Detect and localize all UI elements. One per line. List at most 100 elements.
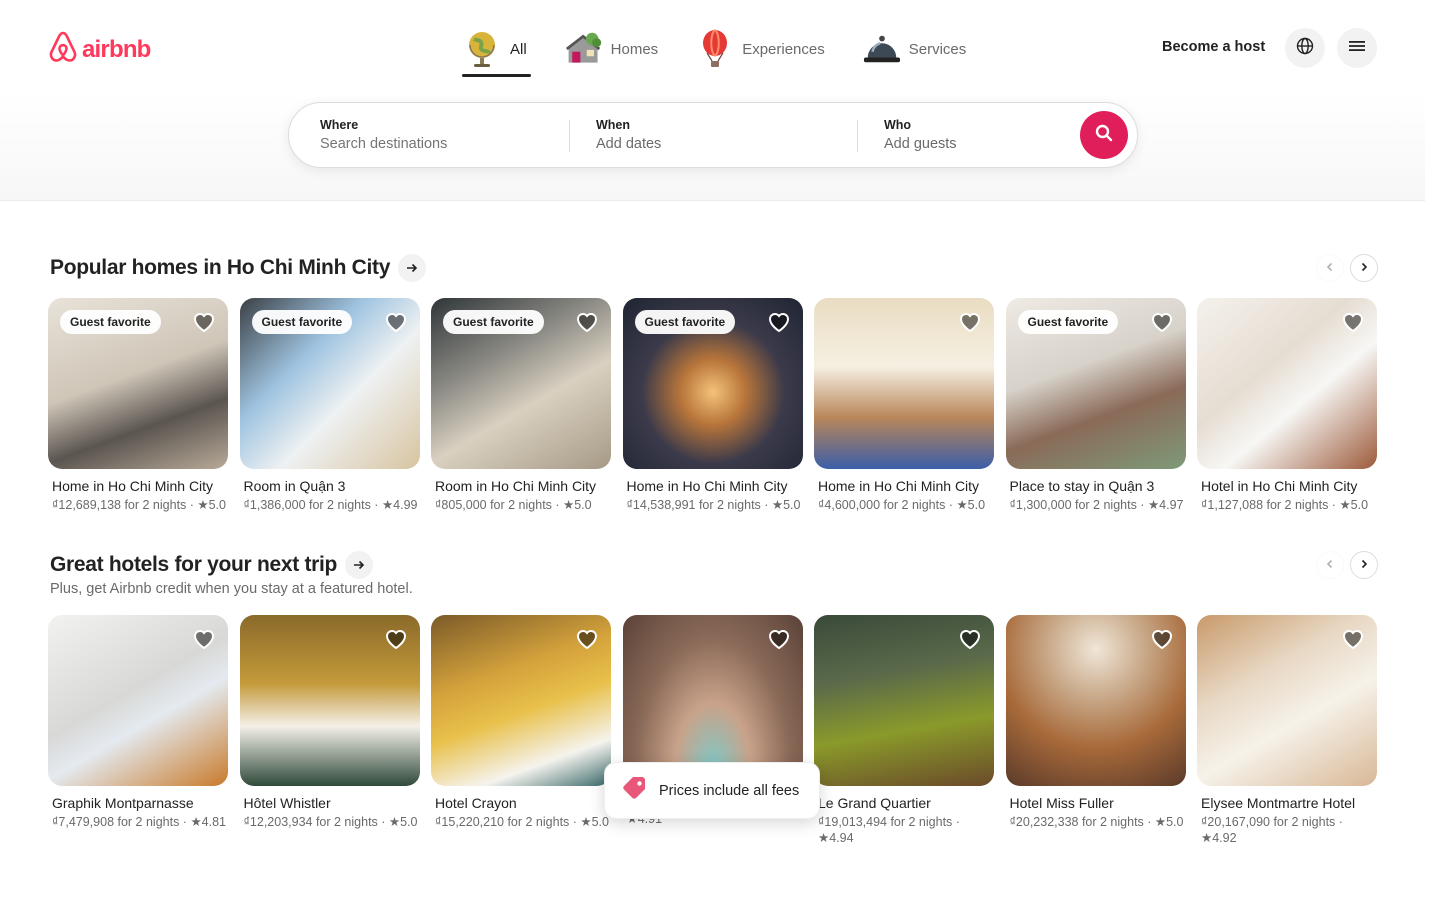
listing-price-rating: ₫805,000 for 2 nights · ★5.0 xyxy=(435,498,592,512)
hotel-card[interactable]: Hotel Crayon ₫15,220,210 for 2 nights · … xyxy=(431,615,611,846)
listing-photo[interactable]: Guest favorite xyxy=(622,298,803,469)
hotel-photo[interactable] xyxy=(239,615,420,786)
heart-icon[interactable] xyxy=(574,626,600,652)
arrow-right-icon[interactable] xyxy=(345,551,374,579)
where-input[interactable] xyxy=(320,136,520,152)
guest-favorite-badge: Guest favorite xyxy=(443,310,544,334)
hotel-photo[interactable] xyxy=(48,615,228,786)
section-title-text: Popular homes in Ho Chi Minh City xyxy=(50,256,391,279)
listing-card[interactable]: Guest favorite Place to stay in Quận 3 ₫… xyxy=(1005,298,1186,513)
listing-card[interactable]: Guest favorite Room in Quận 3 ₫1,386,000… xyxy=(239,298,420,513)
who-field[interactable]: Who Add guests xyxy=(884,118,1084,152)
listing-photo[interactable]: Guest favorite xyxy=(48,298,228,469)
airbnb-logo[interactable]: airbnb xyxy=(48,31,151,68)
hotel-card[interactable]: Hotel Miss Fuller ₫20,232,338 for 2 nigh… xyxy=(1005,615,1186,846)
hamburger-menu-icon xyxy=(1349,39,1365,58)
listing-photo[interactable]: Guest favorite xyxy=(1005,298,1186,469)
when-value: Add dates xyxy=(596,136,662,152)
hotel-card[interactable]: Hôtel Whistler ₫12,203,934 for 2 nights … xyxy=(239,615,420,846)
when-field[interactable]: When Add dates xyxy=(596,118,796,152)
fees-banner-text: Prices include all fees xyxy=(659,782,800,799)
carousel-prev-button[interactable] xyxy=(1316,254,1344,282)
listing-card[interactable]: Guest favorite Home in Ho Chi Minh City … xyxy=(48,298,228,513)
carousel-prev-button[interactable] xyxy=(1316,551,1344,579)
heart-icon[interactable] xyxy=(1340,309,1366,335)
tab-all[interactable]: All xyxy=(460,26,531,77)
hotel-title: Hotel Crayon xyxy=(435,795,517,811)
where-field[interactable]: Where xyxy=(320,118,520,152)
become-host-link[interactable]: Become a host xyxy=(1162,39,1265,55)
tab-all-label: All xyxy=(510,40,527,58)
heart-icon[interactable] xyxy=(191,626,217,652)
hotel-photo[interactable] xyxy=(1197,615,1377,786)
listing-photo[interactable] xyxy=(1197,298,1377,469)
hotel-photo[interactable] xyxy=(1005,615,1186,786)
heart-icon[interactable] xyxy=(957,309,983,335)
hotel-card[interactable]: Graphik Montparnasse ₫7,479,908 for 2 ni… xyxy=(48,615,228,846)
listing-price-rating: ₫1,386,000 for 2 nights · ★4.99 xyxy=(243,498,418,512)
hotel-title: Hotel Miss Fuller xyxy=(1009,795,1114,811)
language-button[interactable] xyxy=(1285,28,1325,68)
section-title-great-hotels[interactable]: Great hotels for your next trip xyxy=(50,551,374,579)
tab-services[interactable]: Services xyxy=(859,26,971,72)
section-title-popular-homes[interactable]: Popular homes in Ho Chi Minh City xyxy=(50,254,427,282)
tab-homes[interactable]: Homes xyxy=(561,26,663,72)
hotel-price-rating: ₫20,232,338 for 2 nights · ★5.0 xyxy=(1009,815,1184,829)
listing-photo[interactable]: Guest favorite xyxy=(431,298,611,469)
hotel-price-rating: ₫15,220,210 for 2 nights · ★5.0 xyxy=(435,815,609,829)
listing-title: Hotel in Ho Chi Minh City xyxy=(1201,478,1358,494)
heart-icon[interactable] xyxy=(574,309,600,335)
hot-air-balloon-icon xyxy=(696,29,734,68)
search-button[interactable] xyxy=(1080,111,1128,159)
tab-services-label: Services xyxy=(908,40,967,58)
listing-title: Room in Ho Chi Minh City xyxy=(435,478,597,494)
hotel-title: Le Grand Quartier xyxy=(818,795,931,811)
who-label: Who xyxy=(884,118,912,132)
arrow-right-icon[interactable] xyxy=(398,254,427,282)
listing-price-rating: ₫4,600,000 for 2 nights · ★5.0 xyxy=(818,498,986,512)
chevron-right-icon xyxy=(1359,259,1369,277)
heart-icon[interactable] xyxy=(957,626,983,652)
heart-icon[interactable] xyxy=(383,626,409,652)
search-icon xyxy=(1095,124,1113,147)
chevron-right-icon xyxy=(1359,556,1369,574)
carousel-next-button[interactable] xyxy=(1350,254,1378,282)
section-title-text: Great hotels for your next trip xyxy=(50,553,338,576)
heart-icon[interactable] xyxy=(383,309,409,335)
heart-icon[interactable] xyxy=(766,309,792,335)
listing-photo[interactable] xyxy=(814,298,994,469)
hotel-photo[interactable] xyxy=(622,615,803,786)
hotel-photo[interactable] xyxy=(814,615,994,786)
hotel-price-rating: ₫19,013,494 for 2 nights · ★4.94 xyxy=(818,815,960,845)
listing-title: Home in Ho Chi Minh City xyxy=(818,478,980,494)
guest-favorite-badge: Guest favorite xyxy=(251,310,353,334)
airbnb-wordmark: airbnb xyxy=(82,35,151,63)
listing-card[interactable]: Hotel in Ho Chi Minh City ₫1,127,088 for… xyxy=(1197,298,1377,513)
heart-icon[interactable] xyxy=(1149,626,1175,652)
when-label: When xyxy=(596,118,631,132)
section-subtitle: Plus, get Airbnb credit when you stay at… xyxy=(50,581,413,597)
popular-homes-carousel: Guest favorite Home in Ho Chi Minh City … xyxy=(48,298,1377,513)
globe-icon xyxy=(1296,37,1314,60)
heart-icon[interactable] xyxy=(1340,626,1366,652)
heart-icon[interactable] xyxy=(191,309,217,335)
hotel-photo[interactable] xyxy=(431,615,611,786)
listing-card[interactable]: Guest favorite Home in Ho Chi Minh City … xyxy=(622,298,803,513)
chevron-left-icon xyxy=(1325,556,1335,574)
main-menu-button[interactable] xyxy=(1337,28,1377,68)
search-bar: Where When Add dates Who Add guests xyxy=(288,102,1138,168)
listing-title: Room in Quận 3 xyxy=(243,478,346,494)
guest-favorite-badge: Guest favorite xyxy=(1017,310,1119,334)
listing-card[interactable]: Home in Ho Chi Minh City ₫4,600,000 for … xyxy=(814,298,994,513)
prices-include-fees-banner[interactable]: Prices include all fees xyxy=(604,762,820,819)
house-icon xyxy=(565,30,603,68)
heart-icon[interactable] xyxy=(1149,309,1175,335)
hotel-card[interactable]: Elysee Montmartre Hotel ₫20,167,090 for … xyxy=(1197,615,1377,846)
tab-experiences[interactable]: Experiences xyxy=(692,26,829,72)
listing-photo[interactable]: Guest favorite xyxy=(239,298,420,469)
carousel-next-button[interactable] xyxy=(1350,551,1378,579)
listing-card[interactable]: Guest favorite Room in Ho Chi Minh City … xyxy=(431,298,611,513)
hotel-title: Hôtel Whistler xyxy=(243,795,331,811)
hotel-card[interactable]: Le Grand Quartier ₫19,013,494 for 2 nigh… xyxy=(814,615,994,846)
heart-icon[interactable] xyxy=(766,626,792,652)
